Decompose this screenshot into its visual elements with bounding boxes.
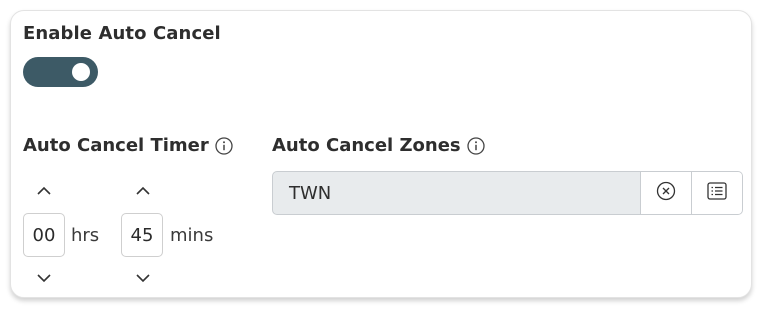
minutes-decrement-chevron-down-icon[interactable] xyxy=(132,269,154,287)
zones-value: TWN xyxy=(289,182,332,204)
list-icon xyxy=(707,182,727,204)
timer-label-row: Auto Cancel Timer xyxy=(23,135,233,156)
enable-auto-cancel-toggle[interactable] xyxy=(23,57,98,87)
hours-unit-label: hrs xyxy=(71,225,100,246)
hours-input[interactable]: 00 xyxy=(23,213,65,257)
minutes-increment-chevron-up-icon[interactable] xyxy=(132,182,154,200)
hours-decrement-chevron-down-icon[interactable] xyxy=(33,269,55,287)
zones-label-row: Auto Cancel Zones xyxy=(272,135,485,156)
minutes-unit-label: mins xyxy=(170,225,214,246)
minutes-input[interactable]: 45 xyxy=(121,213,163,257)
clear-circle-x-icon xyxy=(656,181,676,205)
auto-cancel-zones-field[interactable]: TWN xyxy=(272,171,743,215)
hours-increment-chevron-up-icon[interactable] xyxy=(33,182,55,200)
timer-label: Auto Cancel Timer xyxy=(23,135,209,156)
toggle-knob xyxy=(72,63,90,81)
select-zones-list-button[interactable] xyxy=(691,172,742,214)
info-icon[interactable] xyxy=(466,136,485,155)
zones-label: Auto Cancel Zones xyxy=(272,135,461,156)
clear-zones-button[interactable] xyxy=(640,172,691,214)
info-icon[interactable] xyxy=(215,136,233,155)
auto-cancel-card: Enable Auto Cancel Auto Cancel Timer 00 … xyxy=(10,10,752,298)
enable-auto-cancel-title: Enable Auto Cancel xyxy=(23,23,221,44)
